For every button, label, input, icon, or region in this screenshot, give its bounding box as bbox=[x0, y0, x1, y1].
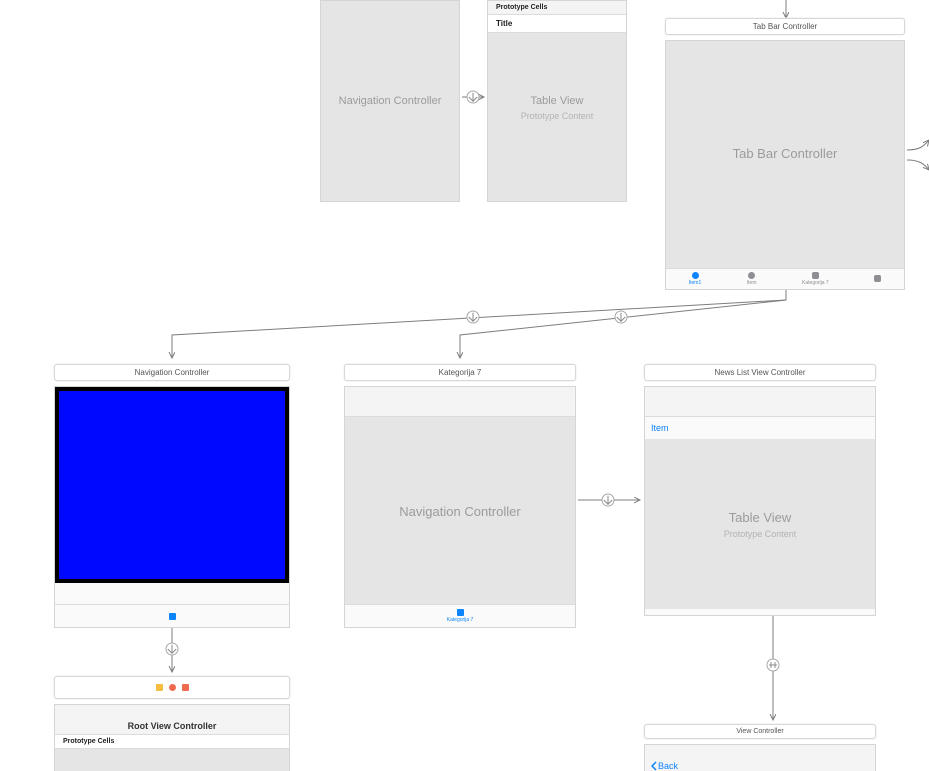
table-view-sublabel: Prototype Content bbox=[724, 529, 797, 539]
tab-item-4[interactable] bbox=[874, 275, 881, 283]
navigation-bar: Back bbox=[645, 745, 875, 771]
tab-bar bbox=[55, 604, 289, 627]
scene-tab-bar-controller[interactable]: Tab Bar Controller Tab Bar Controller It… bbox=[665, 18, 905, 290]
scene-nav-controller-top[interactable]: Navigation Controller bbox=[320, 0, 460, 202]
scene-title: News List View Controller bbox=[644, 364, 876, 381]
navigation-controller-label: Navigation Controller bbox=[339, 95, 442, 107]
tab-label: Kategorija 7 bbox=[447, 617, 474, 623]
tab-item-2[interactable]: Item bbox=[747, 272, 757, 286]
tab-item-1[interactable]: Item1 bbox=[689, 272, 702, 286]
scene-title-selected bbox=[54, 676, 290, 699]
scene-title: Navigation Controller bbox=[54, 364, 290, 381]
scene-kategorija[interactable]: Kategorija 7 Navigation Controller Kateg… bbox=[344, 364, 576, 628]
scene-table-view-top[interactable]: Prototype Cells Title Table View Prototy… bbox=[487, 0, 627, 202]
table-view-label: Table View bbox=[531, 95, 584, 107]
square-icon bbox=[457, 609, 464, 616]
back-button[interactable]: Back bbox=[651, 761, 678, 771]
tab-bar: Kategorija 7 bbox=[345, 604, 575, 627]
navigation-bar bbox=[645, 387, 875, 417]
scene-title: Tab Bar Controller bbox=[665, 18, 905, 35]
traffic-light-icon bbox=[156, 684, 163, 691]
nav-title: Root View Controller bbox=[61, 721, 283, 731]
scene-title: View Controller bbox=[644, 724, 876, 739]
traffic-light-icon bbox=[182, 684, 189, 691]
navigation-bar: Root View Controller bbox=[55, 705, 289, 735]
tab-bar: Item1 Item Kategorija 7 bbox=[666, 268, 904, 289]
scene-view-controller[interactable]: View Controller Back bbox=[644, 724, 876, 771]
scene-root-view-controller[interactable]: Root View Controller Prototype Cells bbox=[54, 676, 290, 771]
square-icon bbox=[169, 613, 176, 620]
item-cell[interactable]: Item bbox=[645, 417, 875, 439]
prototype-cells-header: Prototype Cells bbox=[488, 1, 626, 15]
prototype-cells-header: Prototype Cells bbox=[55, 735, 289, 749]
tab-bar-controller-label: Tab Bar Controller bbox=[733, 146, 838, 161]
table-view-sublabel: Prototype Content bbox=[521, 111, 594, 121]
tab-item-3[interactable]: Kategorija 7 bbox=[802, 272, 829, 286]
chevron-left-icon bbox=[651, 761, 657, 771]
scene-news-list[interactable]: News List View Controller Item Table Vie… bbox=[644, 364, 876, 616]
table-view-label: Table View bbox=[729, 510, 792, 525]
navigation-bar bbox=[345, 387, 575, 417]
navigation-controller-label: Navigation Controller bbox=[399, 504, 520, 519]
traffic-light-icon bbox=[169, 684, 176, 691]
scene-nav-controller-blue[interactable]: Navigation Controller bbox=[54, 364, 290, 628]
scene-title: Kategorija 7 bbox=[344, 364, 576, 381]
prototype-cell-title[interactable]: Title bbox=[488, 15, 626, 33]
